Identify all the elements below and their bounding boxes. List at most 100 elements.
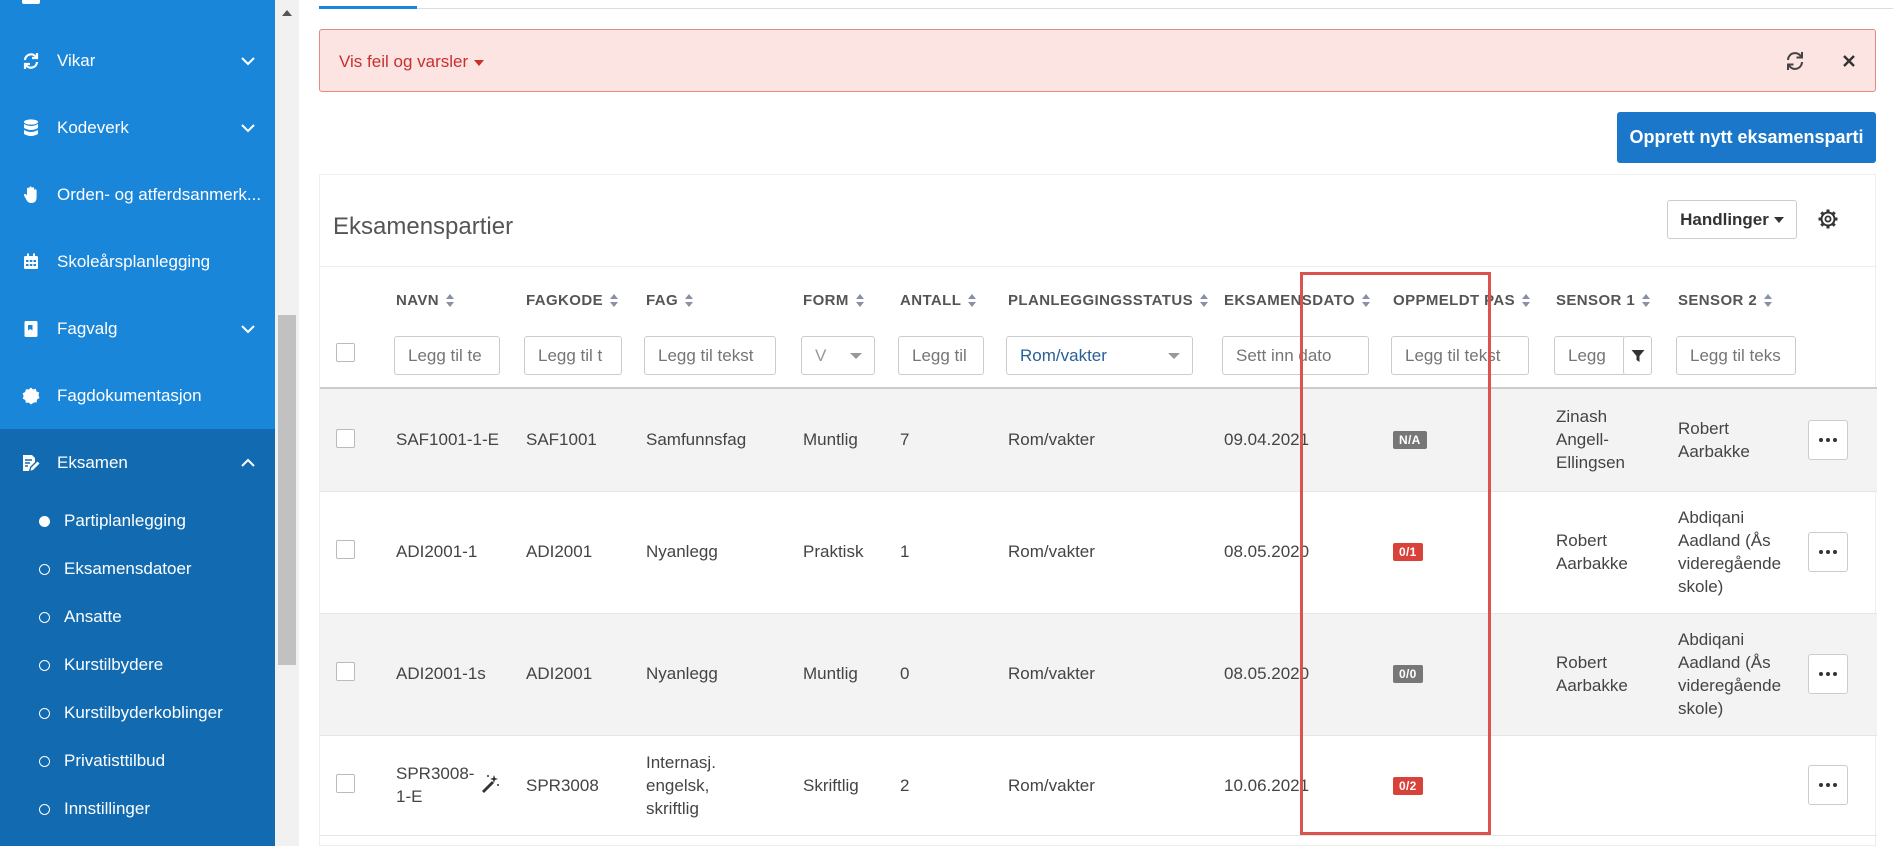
create-exam-group-button[interactable]: Opprett nytt eksamensparti [1617, 112, 1876, 163]
show-errors-toggle[interactable]: Vis feil og varsler [339, 52, 485, 72]
cell-antall: 7 [900, 430, 910, 449]
sidebar-subitem-innstillinger[interactable]: Innstillinger [0, 785, 275, 833]
row-actions-button[interactable] [1808, 532, 1848, 572]
cell-status: Rom/vakter [1008, 542, 1095, 561]
database-icon [22, 118, 40, 137]
sidebar-subitem-kurstilbyderkoblinger[interactable]: Kurstilbyderkoblinger [0, 689, 275, 737]
sidebar-subitem-kurstilbydere[interactable]: Kurstilbydere [0, 641, 275, 689]
cell-fag: Internasj. engelsk, skriftlig [646, 753, 716, 818]
sidebar-scrollbar[interactable] [275, 0, 299, 846]
cell-form: Muntlig [803, 430, 858, 449]
select-all-checkbox[interactable] [336, 343, 355, 362]
alert-banner: Vis feil og varsler [319, 29, 1876, 92]
chevron-down-icon [1168, 353, 1180, 359]
row-checkbox[interactable] [336, 540, 355, 559]
sidebar-subitem-label: Kurstilbyderkoblinger [64, 703, 223, 722]
cell-status: Rom/vakter [1008, 430, 1095, 449]
filter-oppmeldt-input[interactable] [1391, 336, 1529, 375]
table-row[interactable]: ADI2001-1s ADI2001 Nyanlegg Muntlig 0 Ro… [320, 614, 1877, 736]
cell-form: Muntlig [803, 664, 858, 683]
sidebar-item-eksamen[interactable]: Eksamen [0, 429, 275, 496]
cell-eksamensdato: 09.04.2021 [1224, 430, 1310, 449]
cell-antall: 2 [900, 776, 910, 795]
filter-button[interactable] [1623, 336, 1652, 375]
sort-icon [1199, 293, 1209, 308]
cell-navn: ADI2001-1s [396, 664, 486, 683]
scroll-up-arrow-icon[interactable] [282, 10, 292, 16]
sidebar-item-skolearsplanlegging[interactable]: Skoleårsplanlegging [0, 228, 275, 295]
column-header-planleggingsstatus[interactable]: PLANLEGGINGSSTATUS [1008, 292, 1209, 309]
sort-icon [1522, 293, 1531, 308]
filter-form-select[interactable]: V [801, 336, 875, 375]
bullet-icon [39, 659, 50, 671]
filter-antall-input[interactable] [898, 336, 984, 375]
column-header-navn[interactable]: NAVN [396, 292, 455, 309]
sidebar-top-icon-stub [22, 0, 40, 4]
cell-fag: Nyanlegg [646, 664, 718, 683]
sidebar-subitem-label: Ansatte [64, 607, 122, 626]
column-header-form[interactable]: FORM [803, 292, 865, 309]
column-header-antall[interactable]: ANTALL [900, 292, 977, 309]
magic-wand-icon[interactable] [480, 774, 500, 794]
status-badge: 0/1 [1393, 543, 1423, 561]
column-header-label: SENSOR 2 [1678, 292, 1758, 309]
sidebar-subitem-label: Innstillinger [64, 799, 150, 818]
bullet-icon [39, 755, 50, 767]
filter-eksamensdato-input[interactable] [1222, 336, 1369, 375]
filter-icon [1631, 349, 1644, 362]
sidebar: Vikar Kodeverk Orden- og atferdsanmerk..… [0, 0, 275, 846]
row-checkbox[interactable] [336, 774, 355, 793]
sidebar-item-label: Fagvalg [57, 318, 118, 338]
exam-groups-card: Eksamenspartier Handlinger NAVN FAGKODE … [319, 174, 1877, 846]
close-icon[interactable] [1838, 50, 1860, 72]
row-checkbox[interactable] [336, 662, 355, 681]
sidebar-item-fagvalg[interactable]: Fagvalg [0, 295, 275, 362]
column-header-sensor2[interactable]: SENSOR 2 [1678, 292, 1773, 309]
row-actions-button[interactable] [1808, 420, 1848, 460]
sidebar-item-fagdokumentasjon[interactable]: Fagdokumentasjon [0, 362, 275, 429]
cell-navn: SPR3008-1-E [396, 764, 475, 806]
sidebar-subitem-eksamensdatoer[interactable]: Eksamensdatoer [0, 545, 275, 593]
tab-bar-divider [319, 8, 1893, 9]
cell-form: Skriftlig [803, 776, 859, 795]
sidebar-item-kodeverk[interactable]: Kodeverk [0, 94, 275, 161]
main-content: Vis feil og varsler Opprett nytt eksamen… [299, 0, 1893, 846]
bullet-icon [39, 563, 50, 575]
sidebar-subitem-partiplanlegging[interactable]: Partiplanlegging [0, 497, 275, 545]
table-row[interactable]: ADI2001-1 ADI2001 Nyanlegg Praktisk 1 Ro… [320, 492, 1877, 614]
sidebar-item-vikar[interactable]: Vikar [0, 27, 275, 94]
row-checkbox[interactable] [336, 429, 355, 448]
column-header-fag[interactable]: FAG [646, 292, 694, 309]
column-header-label: OPPMELDT PAS [1393, 292, 1516, 309]
refresh-icon[interactable] [1784, 50, 1806, 72]
cell-navn: SAF1001-1-E [396, 430, 499, 449]
filter-planleggingsstatus-select[interactable]: Rom/vakter [1006, 336, 1193, 375]
row-actions-button[interactable] [1808, 765, 1848, 805]
column-header-label: PLANLEGGINGSSTATUS [1008, 292, 1193, 309]
sidebar-subitem-ansatte[interactable]: Ansatte [0, 593, 275, 641]
gear-icon[interactable] [1817, 208, 1839, 230]
filter-form-value: V [815, 345, 827, 365]
chevron-down-icon [241, 324, 255, 333]
filter-navn-input[interactable] [394, 336, 500, 375]
row-actions-button[interactable] [1808, 654, 1848, 694]
calendar-icon [22, 253, 40, 271]
cell-fag: Samfunnsfag [646, 430, 747, 449]
filter-fagkode-input[interactable] [524, 336, 622, 375]
cell-status: Rom/vakter [1008, 776, 1095, 795]
filter-sensor1-input[interactable] [1554, 336, 1626, 375]
column-header-oppmeldt[interactable]: OPPMELDT PAS [1393, 292, 1531, 309]
filter-fag-input[interactable] [644, 336, 776, 375]
sidebar-item-orden[interactable]: Orden- og atferdsanmerk... [0, 161, 275, 228]
sidebar-subitem-privatisttilbud[interactable]: Privatisttilbud [0, 737, 275, 785]
scrollbar-thumb[interactable] [278, 315, 296, 665]
active-tab-indicator [319, 6, 417, 9]
table-row[interactable]: SPR3008-1-E SPR3008 Internasj. engelsk, … [320, 736, 1877, 836]
book-icon [22, 320, 40, 338]
filter-sensor2-input[interactable] [1676, 336, 1796, 375]
column-header-sensor1[interactable]: SENSOR 1 [1556, 292, 1651, 309]
column-header-eksamensdato[interactable]: EKSAMENSDATO [1224, 292, 1371, 309]
table-row[interactable]: SAF1001-1-E SAF1001 Samfunnsfag Muntlig … [320, 389, 1877, 492]
actions-dropdown[interactable]: Handlinger [1667, 200, 1797, 239]
column-header-fagkode[interactable]: FAGKODE [526, 292, 619, 309]
